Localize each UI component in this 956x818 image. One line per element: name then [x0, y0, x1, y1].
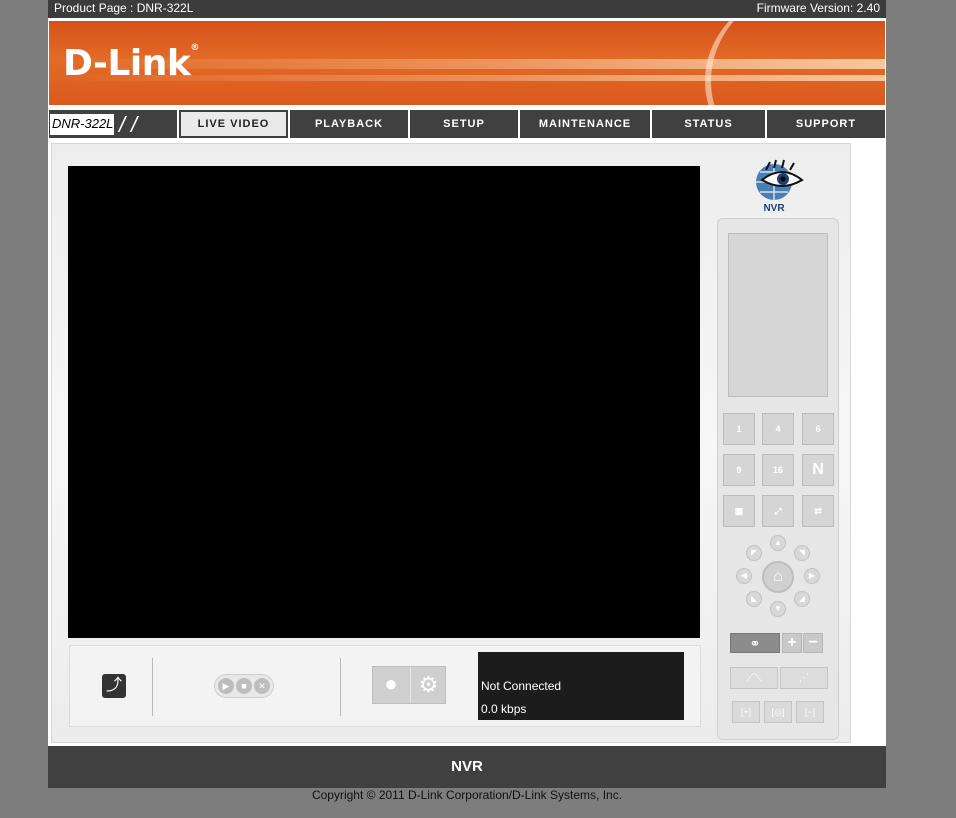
model-badge: DNR-322L / / — [49, 110, 177, 138]
tab-maintenance[interactable]: MAINTENANCE — [520, 110, 650, 138]
pan-up-right-icon[interactable]: ◥ — [794, 545, 810, 561]
tab-setup[interactable]: SETUP — [410, 110, 518, 138]
pan-up-left-icon[interactable]: ◤ — [746, 545, 762, 561]
binoculars-icon[interactable]: ⚭ — [730, 633, 780, 653]
video-viewport[interactable] — [68, 166, 700, 638]
control-sidebar: 1 4 6 9 16 N ▦ ⤢ ⇄ ▲ ▼ ◀ ▶ ◤ ◥ ◣ ◢ ⌂ ⚭ + — [717, 218, 839, 740]
connection-status: Not Connected 0.0 kbps — [478, 652, 684, 720]
tab-status[interactable]: STATUS — [652, 110, 765, 138]
live-view-panel: ⤴ ▶ ■ ✕ ● ⚙ Not Connected 0.0 kbps NVR 1… — [51, 143, 851, 743]
product-page-label: Product Page : DNR-322L — [54, 1, 194, 15]
nvr-eye-icon: NVR — [756, 159, 804, 214]
stop-icon[interactable]: ■ — [236, 678, 252, 694]
layout-9-button[interactable]: 9 — [723, 454, 755, 486]
record-controls: ● ⚙ — [372, 666, 446, 704]
focus-near-icon[interactable]: [+] — [732, 701, 760, 723]
ptz-control: ▲ ▼ ◀ ▶ ◤ ◥ ◣ ◢ ⌂ — [736, 535, 820, 619]
pan-up-icon[interactable]: ▲ — [770, 535, 786, 551]
camera-preview — [728, 233, 828, 397]
brand-banner: D-Link® — [48, 18, 886, 108]
zoom-out-icon[interactable]: − — [803, 633, 823, 653]
swap-view-icon[interactable]: ⇄ — [802, 495, 834, 527]
pan-down-left-icon[interactable]: ◣ — [746, 591, 762, 607]
auto-focus-icon[interactable]: [◎] — [764, 701, 792, 723]
play-icon[interactable]: ▶ — [218, 678, 234, 694]
snapshot-icon[interactable]: ⤴ — [102, 674, 126, 698]
pan-right-icon[interactable]: ▶ — [804, 568, 820, 584]
preset-path-icon[interactable]: ⋰ — [780, 667, 828, 689]
main-nav: DNR-322L / / LIVE VIDEO PLAYBACK SETUP MA… — [48, 108, 886, 140]
model-label: DNR-322L — [50, 114, 114, 135]
layout-n-button[interactable]: N — [802, 454, 834, 486]
divider — [340, 658, 341, 716]
pan-left-icon[interactable]: ◀ — [736, 568, 752, 584]
video-control-bar: ⤴ ▶ ■ ✕ ● ⚙ Not Connected 0.0 kbps — [69, 645, 701, 727]
top-info-bar: Product Page : DNR-322L Firmware Version… — [48, 0, 886, 18]
layout-4-button[interactable]: 4 — [762, 413, 794, 445]
patrol-icon[interactable]: ⟋⟍ — [730, 667, 778, 689]
layout-16-button[interactable]: 16 — [762, 454, 794, 486]
tab-playback[interactable]: PLAYBACK — [290, 110, 408, 138]
playback-controls: ▶ ■ ✕ — [214, 674, 274, 698]
fullscreen-icon[interactable]: ⤢ — [762, 495, 794, 527]
pan-down-right-icon[interactable]: ◢ — [794, 591, 810, 607]
tab-support[interactable]: SUPPORT — [767, 110, 885, 138]
focus-far-icon[interactable]: [−] — [796, 701, 824, 723]
gear-icon[interactable]: ⚙ — [410, 667, 446, 703]
connection-state: Not Connected — [481, 679, 562, 693]
svg-text:NVR: NVR — [763, 203, 785, 214]
home-icon[interactable]: ⌂ — [762, 561, 794, 593]
copyright-text: Copyright © 2011 D-Link Corporation/D-Li… — [311, 788, 623, 802]
footer-bar: NVR — [48, 746, 886, 788]
firmware-version: Firmware Version: 2.40 — [756, 1, 880, 15]
layout-6-button[interactable]: 6 — [802, 413, 834, 445]
record-icon[interactable]: ● — [373, 667, 409, 703]
main-content: ⤴ ▶ ■ ✕ ● ⚙ Not Connected 0.0 kbps NVR 1… — [48, 140, 886, 746]
divider — [152, 658, 153, 716]
camera-info-icon[interactable]: ▦ — [723, 495, 755, 527]
pan-down-icon[interactable]: ▼ — [770, 601, 786, 617]
tab-live-video[interactable]: LIVE VIDEO — [179, 110, 288, 138]
zoom-in-icon[interactable]: + — [782, 633, 802, 653]
bitrate-value: 0.0 kbps — [481, 702, 527, 716]
close-icon[interactable]: ✕ — [254, 678, 270, 694]
layout-1-button[interactable]: 1 — [723, 413, 755, 445]
dlink-logo: D-Link® — [63, 43, 199, 84]
